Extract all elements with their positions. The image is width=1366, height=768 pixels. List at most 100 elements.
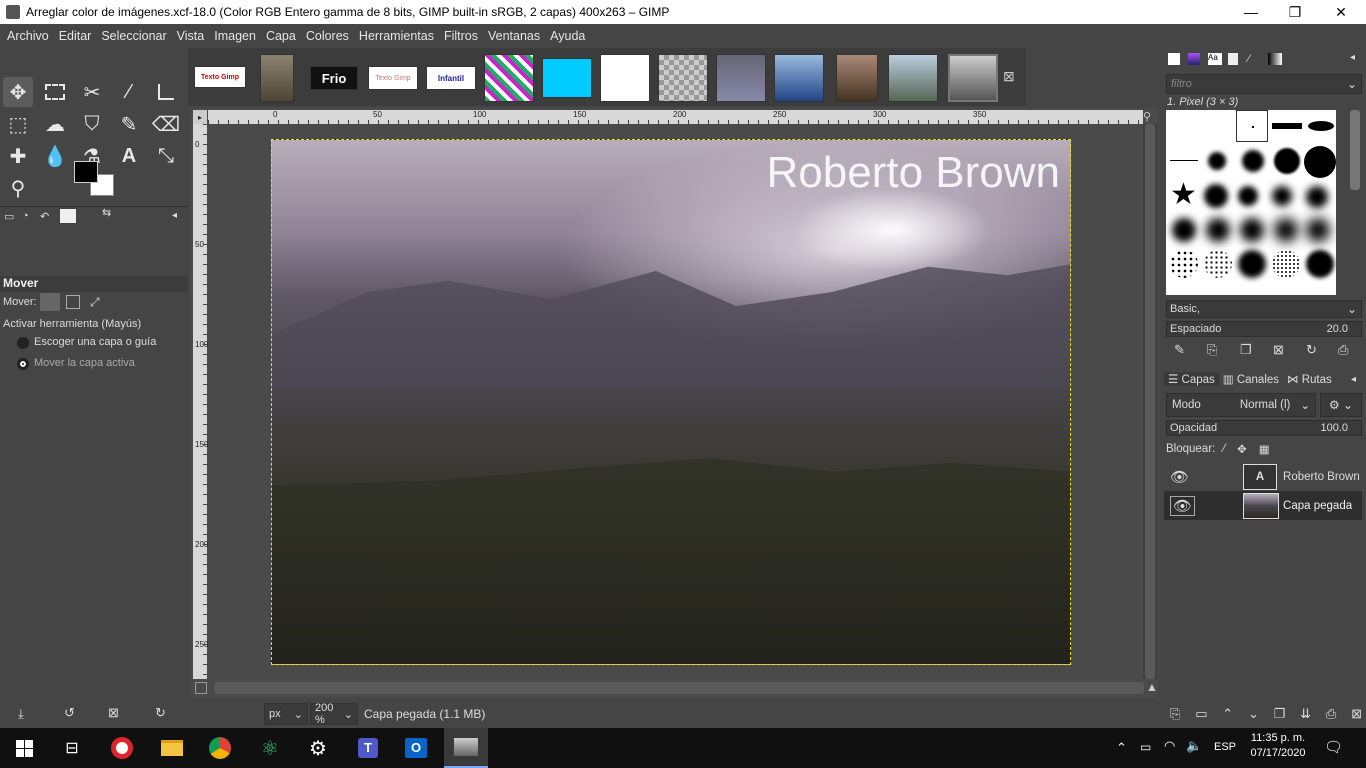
tab-capas[interactable]: ☰ Capas (1164, 372, 1219, 386)
brush-block[interactable] (1272, 123, 1302, 129)
save-options-icon[interactable]: ⤓ (18, 706, 24, 722)
vertical-scroll-thumb[interactable] (1145, 124, 1155, 679)
raise-layer-icon[interactable]: ⌃ (1222, 706, 1233, 722)
warp-transform-tool-icon[interactable]: ☁ (40, 109, 70, 139)
brush-dots-5[interactable] (1306, 250, 1334, 278)
layer-name[interactable]: Capa pegada (1283, 500, 1352, 512)
image-tab-3[interactable]: Frio (310, 66, 358, 90)
brush-texture-1[interactable] (1172, 218, 1196, 242)
zoom-selector[interactable]: 200 % ⌄ (310, 702, 358, 726)
layer-row-capa-pegada[interactable]: 👁 Capa pegada (1164, 491, 1362, 520)
tab-canales[interactable]: ▥ Canales (1219, 372, 1283, 386)
panel-menu-icon[interactable]: ◂ (1350, 52, 1355, 63)
device-status-tab-icon[interactable]: ◔ (22, 210, 29, 222)
teams-icon[interactable]: T (356, 736, 380, 760)
composite-mode-button[interactable]: ⚙ ⌄ (1320, 393, 1362, 417)
brush-star[interactable]: ★ (1170, 180, 1197, 210)
brush-texture-4[interactable] (1274, 218, 1298, 242)
brush-filter-field[interactable]: filtro ⌄ (1166, 74, 1362, 94)
menu-capa[interactable]: Capa (261, 29, 301, 43)
image-tab-11[interactable] (774, 54, 824, 102)
zoom-tool-icon[interactable]: ⚲ (3, 173, 33, 203)
menu-vista[interactable]: Vista (172, 29, 210, 43)
image-tab-10[interactable] (716, 54, 766, 102)
brushes-tab-icon[interactable] (1168, 53, 1180, 65)
clock[interactable]: 11:35 p. m. 07/17/2020 (1248, 732, 1308, 759)
brush-dots-1[interactable] (1170, 250, 1198, 278)
heal-tool-icon[interactable]: ✚ (3, 141, 33, 171)
battery-icon[interactable]: ▭ (1140, 740, 1151, 754)
layer-name[interactable]: Roberto Brown (1283, 471, 1360, 483)
image-tab-13[interactable] (888, 54, 938, 102)
brush-texture-5[interactable] (1306, 218, 1330, 242)
tab-rutas[interactable]: ⋈ Rutas (1283, 372, 1336, 386)
ruler-vertical[interactable]: 0 50 100 150 200 250 (193, 124, 208, 679)
show-hidden-icons-icon[interactable]: ⌃ (1116, 740, 1127, 756)
layer-mode-selector[interactable]: Modo Normal (l) ⌄ (1166, 393, 1316, 417)
visibility-eye-icon[interactable]: 👁 (1170, 495, 1196, 516)
image-tab-7[interactable] (542, 58, 592, 98)
foreground-color-swatch[interactable] (74, 161, 98, 183)
radio-pick-layer[interactable] (17, 337, 29, 349)
scissors-tool-icon[interactable]: ✂ (77, 77, 107, 107)
add-mask-icon[interactable]: ⎙ (1326, 706, 1336, 722)
restore-options-icon[interactable]: ↺ (64, 705, 75, 721)
duplicate-layer-icon[interactable]: ❐ (1274, 706, 1286, 722)
image-canvas[interactable]: Roberto Brown (271, 139, 1071, 665)
refresh-brushes-icon[interactable]: ↻ (1306, 342, 1317, 358)
network-app-icon[interactable]: ⚛ (258, 736, 282, 760)
brush-fuzzy-1[interactable] (1208, 152, 1226, 170)
layer-row-roberto-brown[interactable]: 👁 A Roberto Brown (1164, 462, 1362, 491)
menu-editar[interactable]: Editar (54, 29, 97, 43)
brush-splatter-3[interactable] (1272, 186, 1292, 206)
move-path-mode-icon[interactable]: ⤢ (90, 295, 100, 310)
lock-pixels-icon[interactable]: ⁄ (1223, 443, 1225, 455)
lock-position-icon[interactable]: ✥ (1237, 442, 1247, 456)
brush-grid-scroll-thumb[interactable] (1350, 110, 1360, 190)
gradients-tab-icon[interactable] (1268, 53, 1282, 65)
volume-icon[interactable]: 🔈 (1186, 738, 1202, 754)
paintbrush-tool-icon[interactable]: ✎ (114, 109, 144, 139)
lower-layer-icon[interactable]: ⌄ (1248, 706, 1259, 722)
image-tab-12[interactable] (836, 54, 878, 102)
close-image-tab-icon[interactable]: ⊠ (1003, 68, 1015, 85)
menu-ayuda[interactable]: Ayuda (545, 29, 590, 43)
brush-dots-4[interactable] (1272, 250, 1300, 278)
lock-alpha-icon[interactable]: ▦ (1259, 442, 1270, 456)
brush-splatter-2[interactable] (1238, 186, 1258, 206)
menu-filtros[interactable]: Filtros (439, 29, 483, 43)
delete-options-icon[interactable]: ⊠ (108, 705, 119, 721)
brush-hard-1[interactable] (1274, 148, 1300, 174)
brush-texture-2[interactable] (1206, 218, 1230, 242)
duplicate-brush-icon[interactable]: ❐ (1240, 342, 1252, 358)
fonts-tab-icon[interactable]: Aa (1208, 53, 1222, 65)
brush-splatter-1[interactable] (1204, 184, 1228, 208)
maximize-button[interactable]: ❐ (1272, 0, 1318, 24)
smudge-tool-icon[interactable]: 💧 (40, 141, 70, 171)
opera-browser-icon[interactable] (110, 736, 134, 760)
brush-dots-2[interactable] (1204, 250, 1232, 278)
eraser-tool-icon[interactable]: ⌫ (151, 109, 181, 139)
unit-selector[interactable]: px ⌄ (264, 703, 308, 725)
minimize-button[interactable]: — (1228, 0, 1274, 24)
paint-dynamics-tab-icon[interactable]: ⁄ (1248, 53, 1250, 65)
opacity-slider[interactable]: Opacidad 100.0 (1166, 420, 1362, 436)
brush-line[interactable] (1170, 160, 1198, 161)
zoom-on-resize-icon[interactable]: ⚲ (1143, 110, 1157, 124)
file-explorer-icon[interactable] (160, 736, 184, 760)
bucket-fill-tool-icon[interactable]: ⛉ (77, 109, 107, 139)
quick-mask-toggle-icon[interactable] (195, 682, 207, 694)
settings-gear-icon[interactable]: ⚙ (306, 736, 330, 760)
menu-seleccionar[interactable]: Seleccionar (96, 29, 171, 43)
move-tool-icon[interactable]: ✥ (3, 77, 33, 107)
text-tool-icon[interactable]: A (114, 141, 144, 171)
menu-archivo[interactable]: Archivo (2, 29, 54, 43)
radio-move-active-layer[interactable] (17, 358, 29, 370)
image-tab-1[interactable]: Texto Gimp (194, 66, 246, 88)
image-tab-2[interactable] (260, 54, 294, 102)
tool-options-tab-icon[interactable]: ▭ (4, 210, 14, 223)
crop-tool-icon[interactable] (151, 77, 181, 107)
delete-brush-icon[interactable]: ⊠ (1273, 342, 1284, 358)
document-history-tab-icon[interactable] (1228, 53, 1238, 65)
quick-mask-icon[interactable]: ▸ (193, 110, 207, 124)
